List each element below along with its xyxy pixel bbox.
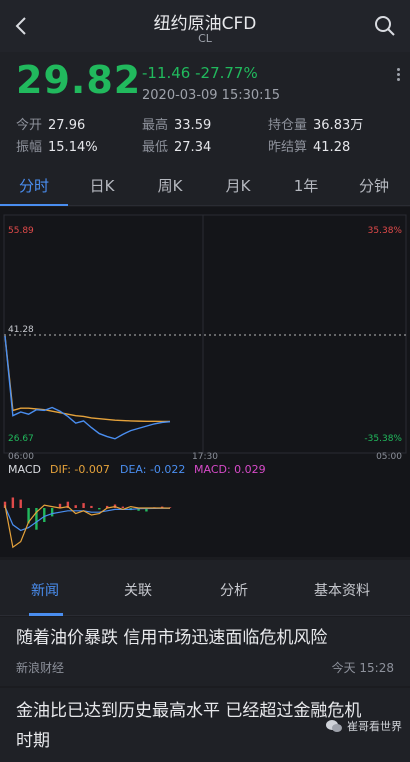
tab-analysis[interactable]: 分析 <box>220 580 248 600</box>
price-plot-frame <box>3 214 407 454</box>
news-item[interactable]: 随着油价暴跌 信用市场迅速面临危机风险 新浪财经 今天 15:28 <box>0 617 410 686</box>
price-line <box>4 335 171 440</box>
stat-high: 最高 33.59 <box>142 118 212 133</box>
tab-one-year[interactable]: 1年 <box>276 175 336 196</box>
y-bottom-left-label: 26.67 <box>8 434 34 444</box>
macd-bar <box>50 508 54 517</box>
macd-bar <box>74 505 77 508</box>
watermark-text: 崔哥看世界 <box>347 720 402 733</box>
macd-series <box>3 497 172 549</box>
y-mid-label: 41.28 <box>8 325 34 335</box>
macd-bar <box>82 503 85 508</box>
macd-bar <box>19 499 22 508</box>
macd-dif-label: DIF: -0.007 <box>50 463 110 476</box>
macd-bar <box>98 508 101 510</box>
x-label-start: 06:00 <box>8 452 34 462</box>
macd-bar <box>121 506 125 508</box>
news-title: 随着油价暴跌 信用市场迅速面临危机风险 <box>16 628 328 648</box>
tab-news[interactable]: 新闻 <box>31 580 59 600</box>
last-price: 29.82 <box>16 58 142 102</box>
more-icon[interactable] <box>394 66 402 88</box>
macd-bar <box>90 505 93 508</box>
macd-value-label: MACD: 0.029 <box>194 463 266 476</box>
stat-open-interest: 持仓量 36.83万 <box>268 118 364 133</box>
tab-daily-k[interactable]: 日K <box>72 175 132 196</box>
period-tabs: 分时 日K 周K 月K 1年 分钟 <box>0 164 410 206</box>
news-title-line-2: 时期 <box>16 731 50 751</box>
macd-title: MACD <box>8 463 41 476</box>
stat-prev-settle: 昨结算 41.28 <box>268 140 351 155</box>
search-icon[interactable] <box>374 15 396 37</box>
tab-minute[interactable]: 分钟 <box>344 175 404 196</box>
price-change: -11.46 -27.77% <box>142 64 258 82</box>
y-bottom-right-label: -35.38% <box>364 434 402 444</box>
stat-open: 今开 27.96 <box>16 118 86 133</box>
average-price-line <box>4 335 171 423</box>
news-title-line-1: 金油比已达到历史最高水平 已经超过金融危机 <box>16 701 362 721</box>
macd-dea-label: DEA: -0.022 <box>120 463 185 476</box>
macd-bar <box>11 497 15 508</box>
wechat-icon <box>326 720 342 732</box>
quote-panel: 29.82 -11.46 -27.77% 2020-03-09 15:30:15… <box>0 52 410 164</box>
chart-canvas: 55.89 35.38% 41.28 26.67 -35.38% 06:00 1… <box>3 214 407 549</box>
tab-profile[interactable]: 基本资料 <box>314 580 370 600</box>
tab-intraday[interactable]: 分时 <box>4 175 64 196</box>
x-label-end: 05:00 <box>376 452 402 462</box>
macd-bar <box>43 508 46 522</box>
y-top-left-label: 55.89 <box>8 226 34 236</box>
quote-timestamp: 2020-03-09 15:30:15 <box>142 88 281 103</box>
symbol-code: CL <box>198 32 212 45</box>
tab-weekly-k[interactable]: 周K <box>140 175 200 196</box>
news-source: 新浪财经 <box>16 661 65 675</box>
active-tab-indicator <box>0 204 68 206</box>
x-label-mid: 17:30 <box>192 452 218 462</box>
stat-amplitude: 振幅 15.14% <box>16 140 98 155</box>
page-title: 纽约原油CFD <box>153 14 257 34</box>
tab-related[interactable]: 关联 <box>124 580 152 600</box>
y-top-right-label: 35.38% <box>368 226 403 236</box>
top-bar: 纽约原油CFD CL <box>0 0 410 52</box>
stat-low: 最低 27.34 <box>142 140 212 155</box>
tab-monthly-k[interactable]: 月K <box>208 175 268 196</box>
news-time: 今天 15:28 <box>331 661 394 675</box>
intraday-chart[interactable]: 55.89 35.38% 41.28 26.67 -35.38% 06:00 1… <box>0 207 410 557</box>
news-tabs: 新闻 关联 分析 基本资料 <box>0 560 410 616</box>
price-lines <box>4 335 171 440</box>
active-news-tab-indicator <box>29 613 63 616</box>
watermark: 崔哥看世界 <box>325 718 402 734</box>
